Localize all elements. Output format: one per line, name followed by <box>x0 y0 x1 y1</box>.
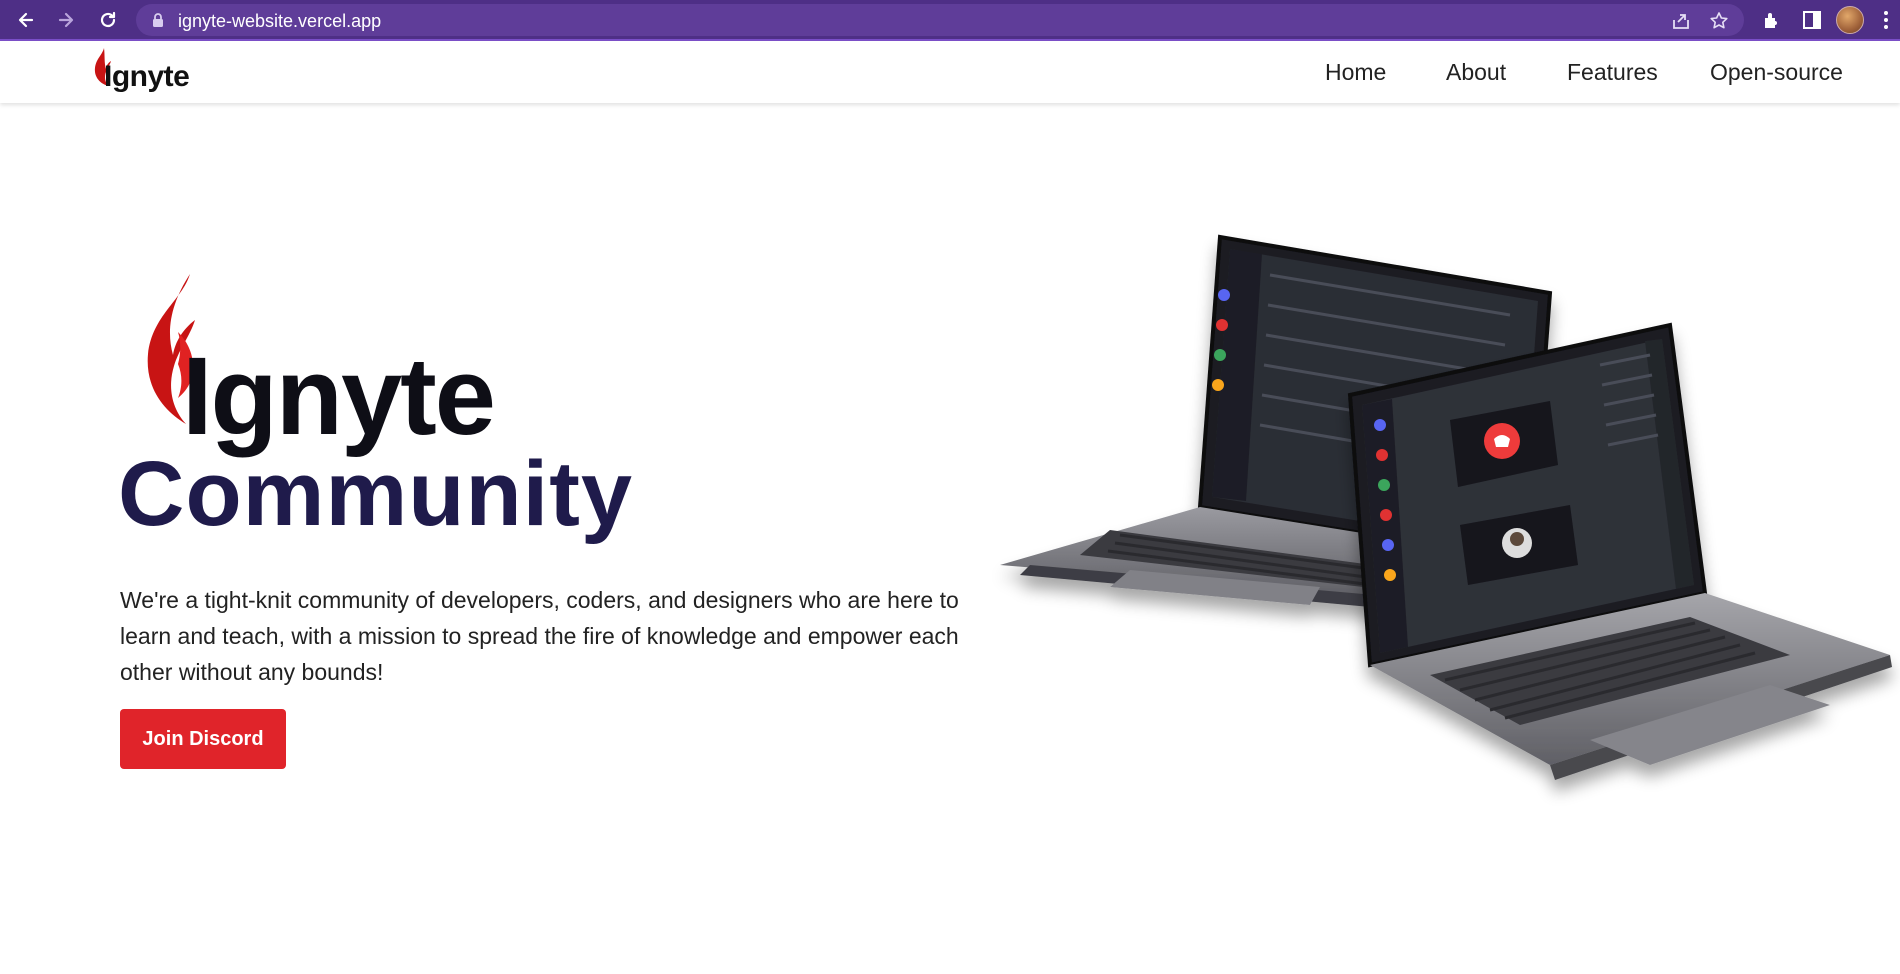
menu-kebab-icon[interactable] <box>1880 8 1892 32</box>
share-icon[interactable] <box>1670 10 1692 32</box>
profile-avatar[interactable] <box>1836 6 1864 34</box>
site-header: Ignyte Home About Features Open-source <box>0 41 1900 103</box>
laptops-illustration <box>1000 234 1892 780</box>
hero-wordmark: Ignyte <box>182 335 496 458</box>
side-panel-icon[interactable] <box>1800 8 1824 32</box>
hero-description: We're a tight-knit community of develope… <box>120 587 959 685</box>
logo-wordmark[interactable]: Ignyte <box>104 60 190 94</box>
bookmark-star-icon[interactable] <box>1708 10 1730 32</box>
nav-home[interactable]: Home <box>1325 59 1386 86</box>
nav-about[interactable]: About <box>1446 59 1506 86</box>
laptop-front <box>1347 322 1892 780</box>
nav-open-source[interactable]: Open-source <box>1710 59 1843 86</box>
address-bar[interactable]: ignyte-website.vercel.app <box>136 4 1744 36</box>
hero-title: Community <box>118 443 633 545</box>
browser-toolbar: ignyte-website.vercel.app <box>0 0 1900 41</box>
lock-icon <box>153 13 163 27</box>
forward-icon <box>58 12 74 28</box>
forward-button[interactable] <box>52 6 80 34</box>
url-text: ignyte-website.vercel.app <box>178 11 382 31</box>
join-discord-button[interactable]: Join Discord <box>120 709 286 769</box>
reload-icon <box>100 11 116 28</box>
back-icon <box>18 12 34 28</box>
nav-features[interactable]: Features <box>1567 59 1658 86</box>
reload-button[interactable] <box>94 6 122 34</box>
back-button[interactable] <box>12 6 40 34</box>
extensions-icon[interactable] <box>1760 8 1784 32</box>
